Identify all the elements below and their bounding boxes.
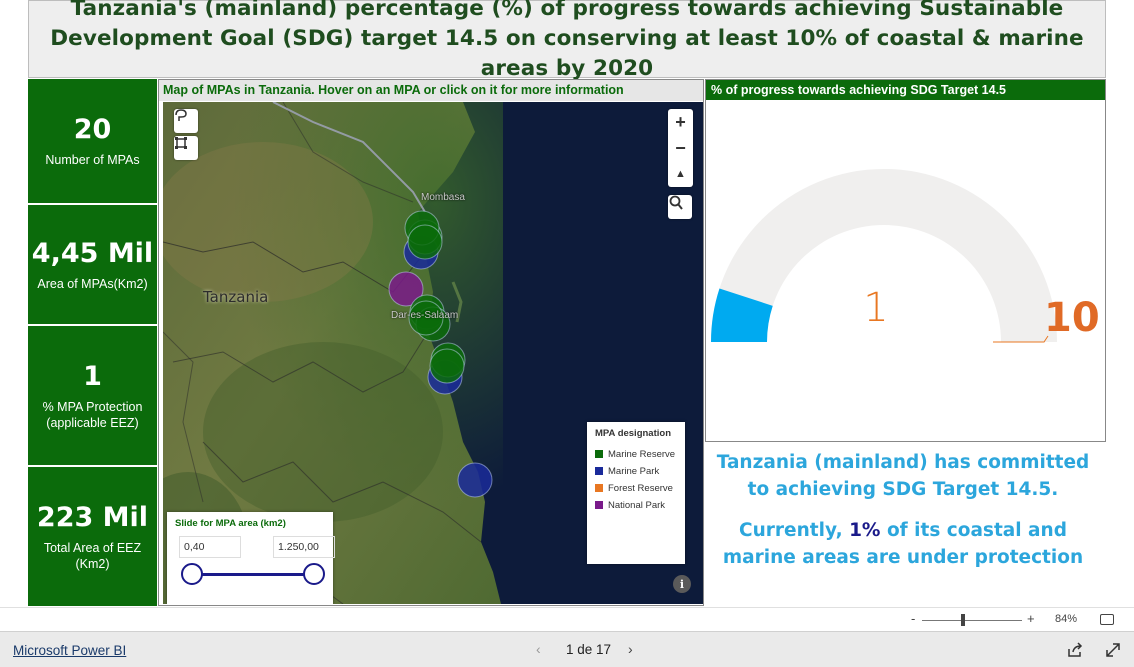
- legend-item-national-park[interactable]: National Park: [595, 497, 677, 514]
- search-icon: [669, 195, 683, 210]
- lasso-icon: [175, 109, 187, 121]
- legend-swatch: [595, 501, 603, 509]
- slicer-title: Slide for MPA area (km2): [175, 518, 286, 529]
- kpi-value: 1: [83, 360, 102, 392]
- country-label: Tanzania: [203, 288, 269, 306]
- mpa-marker[interactable]: [429, 348, 465, 384]
- summary-pre: Currently,: [739, 520, 843, 541]
- legend-label: Marine Reserve: [608, 449, 676, 460]
- map-visual: Map of MPAs in Tanzania. Hover on an MPA…: [158, 79, 704, 606]
- legend-title: MPA designation: [595, 428, 671, 439]
- zoom-in-button[interactable]: +: [668, 109, 693, 135]
- search-button[interactable]: [668, 195, 692, 219]
- slicer-min-handle[interactable]: [181, 563, 203, 585]
- city-label-mombasa: Mombasa: [421, 192, 465, 203]
- mpa-marker[interactable]: [457, 462, 493, 498]
- summary-commitment: Tanzania (mainland) has committed to ach…: [716, 452, 1090, 500]
- slicer-max-input[interactable]: 1.250,00: [273, 536, 335, 558]
- power-bi-report: Tanzania's (mainland) percentage (%) of …: [0, 0, 1134, 667]
- compass-button[interactable]: ▲: [668, 161, 693, 187]
- city-label-dar-es-salaam: Dar-es-Salaam: [391, 310, 459, 321]
- zoom-in-page-button[interactable]: +: [1027, 611, 1035, 626]
- rectangle-select-icon: [175, 137, 187, 149]
- mpa-area-slicer: Slide for MPA area (km2) 0,40 1.250,00: [167, 512, 335, 604]
- zoom-bar: - + 84%: [0, 607, 1134, 631]
- slicer-max-handle[interactable]: [303, 563, 325, 585]
- legend-item-marine-park[interactable]: Marine Park: [595, 463, 677, 480]
- legend-label: National Park: [608, 500, 666, 511]
- gauge-max-label: 10: [1044, 295, 1100, 341]
- zoom-out-page-button[interactable]: -: [911, 611, 915, 626]
- kpi-label: Total Area of EEZ (Km2): [43, 540, 142, 571]
- summary-highlight-percent: 1%: [849, 520, 881, 541]
- page-indicator: 1 de 17: [566, 642, 612, 657]
- report-title-box: Tanzania's (mainland) percentage (%) of …: [28, 0, 1106, 81]
- kpi-card-total-area-eez: 223 Mil Total Area of EEZ (Km2): [28, 467, 157, 606]
- fit-to-page-icon[interactable]: [1100, 614, 1114, 625]
- info-button[interactable]: i: [673, 575, 691, 593]
- summary-current-protection: Currently, 1% of its coastal and marine …: [706, 517, 1100, 571]
- kpi-card-mpa-protection: 1 % MPA Protection (applicable EEZ): [28, 326, 157, 465]
- kpi-card-number-of-mpas: 20 Number of MPAs: [28, 79, 157, 203]
- map-legend: MPA designation Marine Reserve Marine Pa…: [587, 422, 685, 564]
- lasso-select-button[interactable]: [174, 109, 198, 133]
- page-zoom-track[interactable]: [922, 620, 1022, 621]
- gauge-visual: % of progress towards achieving SDG Targ…: [705, 79, 1106, 442]
- kpi-value: 4,45 Mil: [31, 237, 154, 269]
- legend-swatch: [595, 484, 603, 492]
- next-page-button[interactable]: ›: [628, 641, 633, 657]
- kpi-label: Area of MPAs(Km2): [37, 276, 148, 291]
- slicer-min-input[interactable]: 0,40: [179, 536, 241, 558]
- footer-bar: Microsoft Power BI ‹ 1 de 17 ›: [0, 631, 1134, 667]
- legend-item-marine-reserve[interactable]: Marine Reserve: [595, 446, 677, 463]
- share-icon[interactable]: [1066, 641, 1084, 659]
- kpi-label: % MPA Protection (applicable EEZ): [42, 399, 143, 430]
- slicer-track[interactable]: [193, 573, 318, 576]
- map-header: Map of MPAs in Tanzania. Hover on an MPA…: [159, 80, 703, 101]
- legend-item-forest-reserve[interactable]: Forest Reserve: [595, 480, 677, 497]
- gauge-chart[interactable]: [706, 100, 1105, 441]
- zoom-out-button[interactable]: −: [668, 135, 693, 161]
- zoom-controls: + − ▲: [668, 109, 693, 187]
- fullscreen-icon[interactable]: [1104, 641, 1122, 659]
- report-title: Tanzania's (mainland) percentage (%) of …: [50, 0, 1084, 81]
- kpi-value: 223 Mil: [36, 501, 149, 533]
- map-canvas[interactable]: Mombasa Dar-es-Salaam Tanzania + − ▲ MPA…: [163, 102, 703, 604]
- power-bi-link[interactable]: Microsoft Power BI: [13, 643, 126, 658]
- kpi-card-area-of-mpas: 4,45 Mil Area of MPAs(Km2): [28, 205, 157, 324]
- kpi-label: Number of MPAs: [45, 153, 140, 167]
- gauge-header: % of progress towards achieving SDG Targ…: [706, 80, 1105, 100]
- zoom-level: 84%: [1055, 613, 1078, 625]
- mpa-marker[interactable]: [407, 224, 443, 260]
- rectangle-select-button[interactable]: [174, 136, 198, 160]
- legend-swatch: [595, 467, 603, 475]
- page-zoom-handle[interactable]: [961, 614, 965, 626]
- legend-label: Marine Park: [608, 466, 660, 477]
- previous-page-button[interactable]: ‹: [536, 641, 541, 657]
- legend-label: Forest Reserve: [608, 483, 673, 494]
- kpi-value: 20: [73, 114, 112, 145]
- gauge-value: 1: [863, 285, 889, 331]
- legend-swatch: [595, 450, 603, 458]
